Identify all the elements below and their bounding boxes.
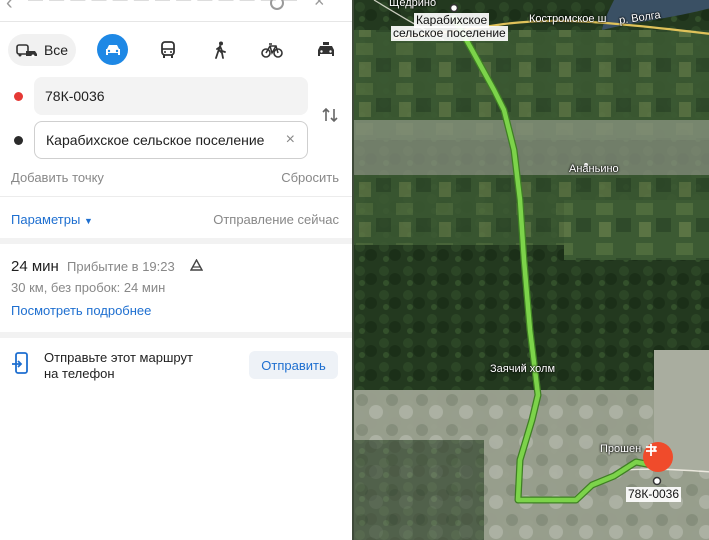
options-row: Параметры ▼ Отправление сейчас	[11, 212, 339, 227]
route-distance: 30 км, без пробок: 24 мин	[11, 280, 166, 295]
parameters-label: Параметры	[11, 212, 81, 227]
map-label-shchedrino: Щедрино	[389, 0, 437, 9]
send-button[interactable]: Отправить	[249, 351, 338, 379]
map-label-end-road: 78К-0036	[626, 487, 682, 502]
transport-modes: Все	[8, 34, 348, 66]
send-text-line2: на телефон	[44, 366, 115, 381]
map-label-hill: Заячий холм	[490, 363, 556, 375]
taxi-icon	[318, 42, 334, 56]
back-icon[interactable]: ‹	[6, 0, 13, 15]
reset-link[interactable]: Сбросить	[281, 170, 339, 185]
send-route-text: Отправьте этот маршрут на телефон	[44, 350, 224, 382]
all-transport-icon	[16, 44, 37, 58]
map-label-proshen: Прошен	[600, 443, 642, 455]
mode-taxi-button[interactable]	[313, 34, 339, 66]
route-arrival: Прибытие в 19:23	[67, 259, 175, 274]
route-duration: 24 мин	[11, 258, 59, 275]
bicycle-icon	[261, 43, 283, 58]
destination-marker[interactable]	[643, 442, 673, 472]
search-bar[interactable]: ‹ — — — — — — — — — — — — — ×	[0, 0, 352, 22]
section-separator	[0, 238, 352, 244]
clear-to-icon[interactable]: ×	[286, 131, 295, 149]
mode-walk-button[interactable]	[208, 34, 232, 66]
route-point-from: 78К-0036	[0, 77, 352, 115]
from-input[interactable]: 78К-0036	[34, 77, 308, 115]
route-start-point	[449, 3, 459, 13]
parameters-dropdown[interactable]: Параметры ▼	[11, 212, 93, 227]
divider	[0, 196, 352, 197]
mode-bus-button[interactable]	[156, 34, 180, 66]
from-value: 78К-0036	[45, 88, 105, 104]
search-icon[interactable]	[270, 0, 284, 10]
map-label-start-line2: сельское поселение	[391, 26, 508, 41]
mode-all-label: Все	[43, 42, 69, 58]
pedestrian-icon	[215, 41, 226, 59]
point-actions-row: Добавить точку Сбросить	[11, 170, 339, 185]
search-text-cropped: — — — — — — — — — — — — —	[28, 0, 298, 8]
cloud-band	[354, 120, 709, 175]
to-input[interactable]: Карабихское сельское поселение ×	[34, 121, 308, 159]
mode-bike-button[interactable]	[259, 34, 285, 66]
start-point-dot-icon	[14, 92, 23, 101]
mode-all-button[interactable]: Все	[8, 34, 76, 66]
map-label-kostromskoe: Костромское ш	[529, 13, 607, 25]
car-icon	[105, 44, 120, 55]
route-panel: ‹ — — — — — — — — — — — — — × Все	[0, 0, 352, 540]
route-end-point	[652, 476, 662, 486]
mode-car-button[interactable]	[97, 34, 128, 65]
add-point-link[interactable]: Добавить точку	[11, 170, 104, 185]
send-text-line1: Отправьте этот маршрут	[44, 350, 193, 365]
map-view[interactable]: Щедрино р. Волга Костромское ш Карабихск…	[352, 0, 709, 540]
route-details-link[interactable]: Посмотреть подробнее	[11, 303, 151, 318]
forest-southwest	[354, 440, 484, 540]
bus-icon	[161, 41, 175, 58]
chevron-down-icon: ▼	[83, 216, 93, 226]
road-warning-icon	[189, 258, 204, 276]
close-icon[interactable]: ×	[314, 0, 325, 12]
end-point-dot-icon	[14, 136, 23, 145]
section-separator-2	[0, 332, 352, 338]
to-value: Карабихское сельское поселение	[46, 132, 265, 148]
map-label-ananino: Ананьино	[569, 163, 619, 175]
departure-time-select[interactable]: Отправление сейчас	[213, 212, 339, 227]
destination-flag-icon	[646, 444, 657, 456]
fields-east	[564, 200, 709, 260]
send-to-phone-icon	[11, 352, 31, 381]
route-point-to: Карабихское сельское поселение ×	[0, 121, 352, 159]
